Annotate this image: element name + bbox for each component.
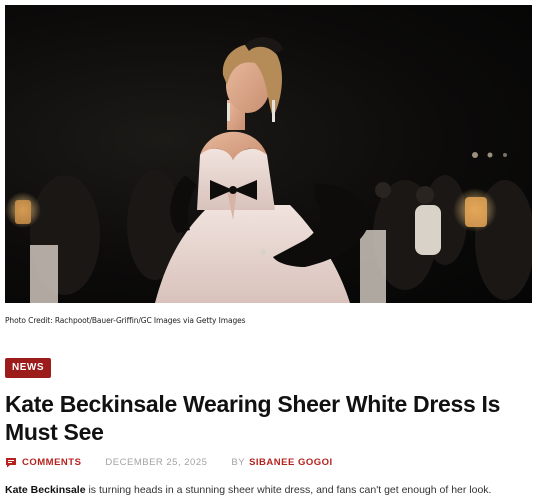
excerpt-subject: Kate Beckinsale (5, 484, 86, 496)
comments-link[interactable]: COMMENTS (5, 457, 81, 468)
hero-image[interactable] (5, 5, 532, 303)
excerpt-text: is turning heads in a stunning sheer whi… (85, 484, 492, 496)
article-excerpt: Kate Beckinsale is turning heads in a st… (5, 484, 491, 496)
photo-caption: Photo Credit: Rachpoot/Bauer-Griffin/GC … (5, 316, 246, 325)
category-badge[interactable]: NEWS (5, 358, 51, 378)
by-label: BY (231, 456, 246, 468)
article-title[interactable]: Kate Beckinsale Wearing Sheer White Dres… (5, 390, 525, 446)
hero-photo (5, 37, 532, 303)
article-meta: COMMENTS DECEMBER 25, 2025 BY SIBANEE GO… (5, 455, 333, 469)
author-link[interactable]: SIBANEE GOGOI (249, 457, 333, 468)
publish-date: DECEMBER 25, 2025 (105, 456, 208, 468)
comments-label: COMMENTS (22, 456, 82, 468)
comment-icon (6, 457, 16, 467)
